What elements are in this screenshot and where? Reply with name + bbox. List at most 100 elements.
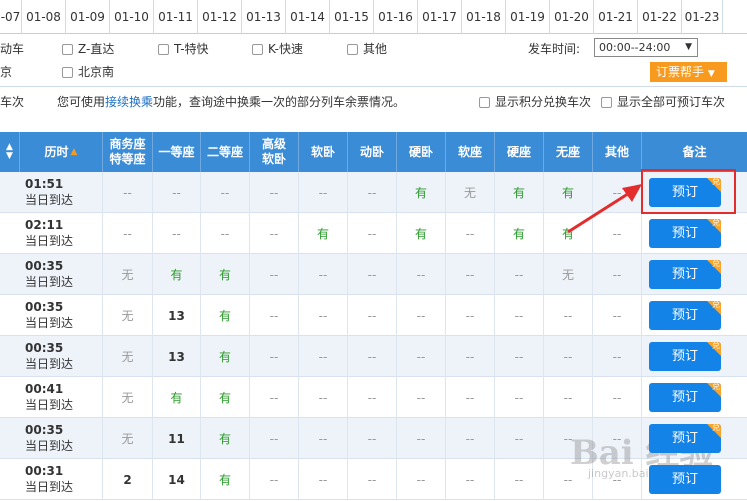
seat-availability: 13 xyxy=(168,349,185,364)
seat-cell: -- xyxy=(103,213,153,254)
seat-cell: 无 xyxy=(544,254,593,295)
duration-time: 01:51 xyxy=(25,177,64,191)
seat-cell: -- xyxy=(593,336,642,377)
duration-cell: 00:35 当日到达 xyxy=(0,295,103,336)
date-tab[interactable]: 01-14 xyxy=(286,0,330,34)
seat-cell: 有 xyxy=(153,377,201,418)
seat-cell: -- xyxy=(250,295,299,336)
checkbox[interactable] xyxy=(479,97,490,108)
seat-availability: -- xyxy=(416,308,426,323)
book-button[interactable]: 预订 兑 xyxy=(649,301,721,330)
arrival-day: 当日到达 xyxy=(25,234,74,248)
table-row: 00:35 当日到达 无 13 有 -- -- -- -- -- -- -- -- xyxy=(0,295,747,336)
date-tab[interactable]: 01-13 xyxy=(242,0,286,34)
seat-availability: -- xyxy=(612,267,622,282)
seat-cell: -- xyxy=(250,459,299,500)
seat-availability: -- xyxy=(612,390,622,405)
sort-icon[interactable]: ▲ ▼ xyxy=(0,132,20,172)
depart-time-select[interactable]: 00:00--24:00 ▼ xyxy=(594,38,698,57)
filter-t-express[interactable]: T-特快 xyxy=(158,40,209,57)
seat-availability: -- xyxy=(514,472,524,487)
duration-cell: 00:35 当日到达 xyxy=(0,254,103,295)
transfer-link[interactable]: 接续换乘 xyxy=(105,95,153,109)
date-tab[interactable]: 01-15 xyxy=(330,0,374,34)
station-option[interactable]: 京 xyxy=(0,63,12,80)
book-button[interactable]: 预订 xyxy=(649,465,721,494)
date-tab[interactable]: 01-10 xyxy=(110,0,154,34)
book-button[interactable]: 预订 兑 xyxy=(649,424,721,453)
seat-availability: -- xyxy=(220,185,230,200)
filter-k-fast[interactable]: K-快速 xyxy=(252,40,303,57)
filter-z-direct[interactable]: Z-直达 xyxy=(62,40,114,57)
book-button[interactable]: 预订 兑 xyxy=(649,219,721,248)
seat-availability: 无 xyxy=(121,350,134,364)
date-tab[interactable]: -07 xyxy=(0,0,22,34)
seat-availability: 有 xyxy=(414,186,427,200)
arrival-day: 当日到达 xyxy=(25,316,74,330)
seat-cell: -- xyxy=(397,295,446,336)
date-tab[interactable]: 01-12 xyxy=(198,0,242,34)
date-tab[interactable]: 01-22 xyxy=(638,0,682,34)
seat-availability: 有 xyxy=(414,227,427,241)
seat-availability: -- xyxy=(269,308,279,323)
checkbox[interactable] xyxy=(62,44,73,55)
arrival-day: 当日到达 xyxy=(25,439,74,453)
seat-cell: 无 xyxy=(103,254,153,295)
seat-availability: 有 xyxy=(218,309,231,323)
duration-time: 00:35 xyxy=(25,423,64,437)
date-tab[interactable]: 01-20 xyxy=(550,0,594,34)
seat-cell: -- xyxy=(544,295,593,336)
station-beijing-south[interactable]: 北京南 xyxy=(62,63,114,80)
duration-cell: 00:35 当日到达 xyxy=(0,336,103,377)
seat-availability: -- xyxy=(465,472,475,487)
seat-cell: -- xyxy=(495,377,544,418)
date-tab[interactable]: 01-18 xyxy=(462,0,506,34)
seat-cell: -- xyxy=(446,295,495,336)
book-button[interactable]: 预订 兑 xyxy=(649,342,721,371)
seat-cell: -- xyxy=(299,336,348,377)
header-business: 商务座特等座 xyxy=(103,132,153,172)
seat-cell: -- xyxy=(397,418,446,459)
date-tab[interactable]: 01-23 xyxy=(682,0,723,34)
header-hard-sleeper: 硬卧 xyxy=(397,132,446,172)
book-button[interactable]: 预订 兑 xyxy=(649,383,721,412)
show-points-trains[interactable]: 显示积分兑换车次 xyxy=(479,88,591,116)
seat-availability: -- xyxy=(269,226,279,241)
seat-availability: -- xyxy=(367,390,377,405)
filter-other[interactable]: 其他 xyxy=(347,40,387,57)
seat-cell: -- xyxy=(397,254,446,295)
seat-cell: -- xyxy=(299,254,348,295)
seat-cell: -- xyxy=(593,377,642,418)
filter-option[interactable]: 动车 xyxy=(0,40,24,57)
seat-availability: -- xyxy=(367,267,377,282)
show-all-bookable[interactable]: 显示全部可预订车次 xyxy=(601,88,725,116)
seat-availability: 无 xyxy=(121,432,134,446)
header-duration[interactable]: 历时 ▲ xyxy=(20,132,103,172)
date-tab[interactable]: 01-19 xyxy=(506,0,550,34)
seat-availability: -- xyxy=(318,185,328,200)
date-tab[interactable]: 01-09 xyxy=(66,0,110,34)
date-tab[interactable]: 01-16 xyxy=(374,0,418,34)
seat-cell: 13 xyxy=(153,295,201,336)
checkbox[interactable] xyxy=(62,67,73,78)
checkbox[interactable] xyxy=(601,97,612,108)
seat-cell: -- xyxy=(397,377,446,418)
date-tab[interactable]: 01-17 xyxy=(418,0,462,34)
checkbox[interactable] xyxy=(158,44,169,55)
book-button[interactable]: 预订 兑 xyxy=(649,260,721,289)
booking-helper-button[interactable]: 订票帮手 ▼ xyxy=(650,62,727,82)
date-tab[interactable]: 01-11 xyxy=(154,0,198,34)
seat-cell: 有 xyxy=(201,418,250,459)
book-button[interactable]: 预订 兑 xyxy=(649,178,721,207)
book-button-label: 预订 xyxy=(671,472,698,487)
seat-availability: -- xyxy=(318,431,328,446)
checkbox[interactable] xyxy=(252,44,263,55)
seat-availability: -- xyxy=(269,267,279,282)
date-tab[interactable]: 01-21 xyxy=(594,0,638,34)
points-badge-text: 兑 xyxy=(712,301,720,309)
checkbox[interactable] xyxy=(347,44,358,55)
seat-cell: -- xyxy=(153,172,201,213)
duration-cell: 00:35 当日到达 xyxy=(0,418,103,459)
seat-cell: -- xyxy=(299,418,348,459)
date-tab[interactable]: 01-08 xyxy=(22,0,66,34)
